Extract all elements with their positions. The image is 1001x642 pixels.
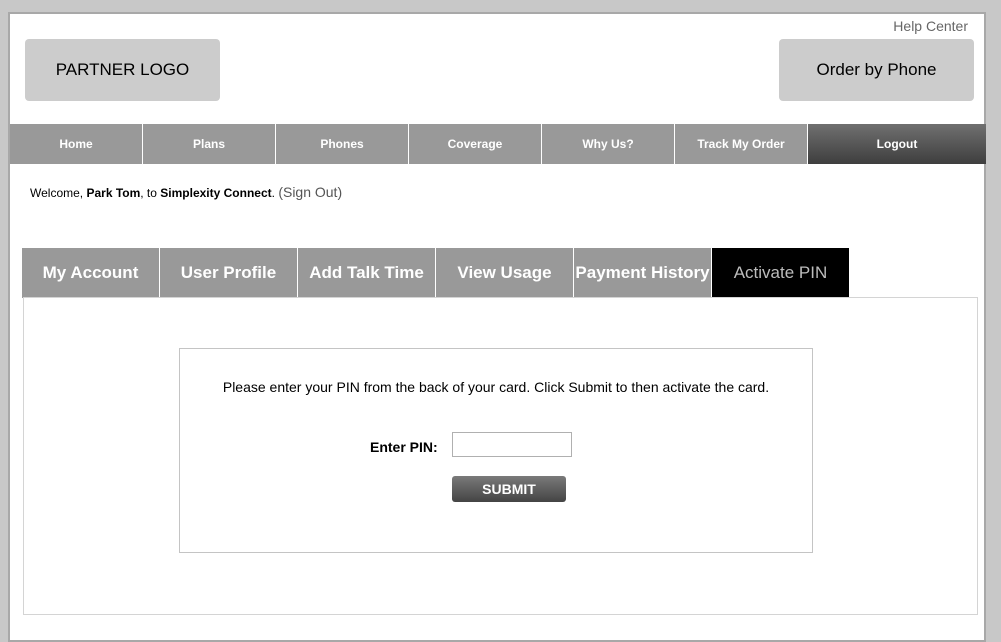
tab-view-usage[interactable]: View Usage <box>436 248 574 298</box>
welcome-message: Welcome, Park Tom, to Simplexity Connect… <box>30 184 342 200</box>
welcome-middle: , to <box>140 186 161 200</box>
nav-why-us[interactable]: Why Us? <box>542 124 675 164</box>
account-tabs: My Account User Profile Add Talk Time Vi… <box>22 248 850 298</box>
activate-pin-form: Please enter your PIN from the back of y… <box>179 348 813 553</box>
help-center-link[interactable]: Help Center <box>893 18 968 34</box>
pin-instruction: Please enter your PIN from the back of y… <box>222 379 770 395</box>
tab-add-talk-time[interactable]: Add Talk Time <box>298 248 436 298</box>
page-container: Help Center PARTNER LOGO Order by Phone … <box>8 12 986 642</box>
nav-phones[interactable]: Phones <box>276 124 409 164</box>
nav-coverage[interactable]: Coverage <box>409 124 542 164</box>
tab-activate-pin[interactable]: Activate PIN <box>712 248 850 298</box>
submit-button[interactable]: SUBMIT <box>452 476 566 502</box>
partner-logo: PARTNER LOGO <box>25 39 220 101</box>
tab-payment-history[interactable]: Payment History <box>574 248 712 298</box>
nav-track-my-order[interactable]: Track My Order <box>675 124 808 164</box>
main-nav: Home Plans Phones Coverage Why Us? Track… <box>10 124 986 164</box>
nav-logout[interactable]: Logout <box>808 124 986 164</box>
pin-label: Enter PIN: <box>370 439 438 455</box>
sign-out-link[interactable]: (Sign Out) <box>278 184 342 200</box>
tab-panel: Please enter your PIN from the back of y… <box>23 297 978 615</box>
tab-user-profile[interactable]: User Profile <box>160 248 298 298</box>
pin-input[interactable] <box>452 432 572 457</box>
nav-plans[interactable]: Plans <box>143 124 276 164</box>
welcome-prefix: Welcome, <box>30 186 87 200</box>
tab-my-account[interactable]: My Account <box>22 248 160 298</box>
site-name: Simplexity Connect <box>160 186 272 200</box>
user-name: Park Tom <box>86 186 141 200</box>
nav-home[interactable]: Home <box>10 124 143 164</box>
order-by-phone-button[interactable]: Order by Phone <box>779 39 974 101</box>
